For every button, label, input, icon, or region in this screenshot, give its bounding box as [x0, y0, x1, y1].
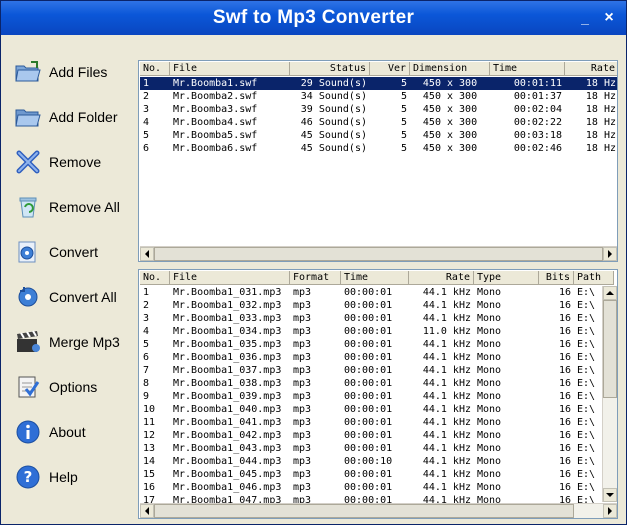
swf-list-header: No. File Status Ver Dimension Time Rate: [140, 62, 617, 76]
sound-list-header: No. File Format Time Rate Type Bits Path: [140, 271, 614, 285]
convert-all-label: Convert All: [49, 289, 117, 305]
scroll-up-arrow-icon[interactable]: [603, 286, 617, 300]
help-button[interactable]: ? Help: [9, 457, 131, 497]
merge-mp3-button[interactable]: Merge Mp3: [9, 322, 131, 362]
table-row[interactable]: 7 Mr.Boomba1_037.mp3 mp3 00:00:01 44.1 kHz Mo…: [140, 364, 614, 377]
remove-all-label: Remove All: [49, 199, 120, 215]
col-no[interactable]: No.: [140, 62, 170, 76]
col-status[interactable]: Status: [290, 62, 370, 76]
col-no[interactable]: No.: [140, 271, 170, 285]
clapper-icon: [13, 327, 43, 357]
checklist-icon: [13, 372, 43, 402]
col-format[interactable]: Format: [290, 271, 341, 285]
col-time[interactable]: Time: [341, 271, 409, 285]
col-type[interactable]: Type: [474, 271, 539, 285]
folder-add-files-icon: [13, 57, 43, 87]
svg-text:?: ?: [24, 468, 33, 486]
scroll-right-arrow-icon[interactable]: [603, 247, 617, 261]
merge-mp3-label: Merge Mp3: [49, 334, 120, 350]
swf-list-hscrollbar[interactable]: [140, 246, 617, 261]
scroll-thumb[interactable]: [603, 300, 617, 398]
convert-button[interactable]: Convert: [9, 232, 131, 272]
scroll-left-arrow-icon[interactable]: [140, 247, 154, 261]
options-button[interactable]: Options: [9, 367, 131, 407]
help-icon: ?: [13, 462, 43, 492]
col-bits[interactable]: Bits: [539, 271, 574, 285]
scroll-right-arrow-icon[interactable]: [603, 504, 617, 518]
remove-all-button[interactable]: Remove All: [9, 187, 131, 227]
remove-label: Remove: [49, 154, 102, 170]
table-row[interactable]: 15 Mr.Boomba1_045.mp3 mp3 00:00:01 44.1 kHz M…: [140, 468, 614, 481]
table-row[interactable]: 3 Mr.Boomba3.swf 39 Sound(s) 5 450 x 300…: [140, 103, 617, 116]
minimize-button[interactable]: _: [575, 8, 595, 28]
scroll-thumb[interactable]: [154, 247, 603, 261]
col-time[interactable]: Time: [490, 62, 565, 76]
table-row[interactable]: 4 Mr.Boomba1_034.mp3 mp3 00:00:01 11.0 kHz Mo…: [140, 325, 614, 338]
table-row[interactable]: 6 Mr.Boomba6.swf 45 Sound(s) 5 450 x 300…: [140, 142, 617, 155]
disc-convert-all-icon: [13, 282, 43, 312]
add-files-label: Add Files: [49, 64, 108, 80]
col-dimension[interactable]: Dimension: [410, 62, 490, 76]
about-button[interactable]: About: [9, 412, 131, 452]
col-file[interactable]: File: [170, 271, 290, 285]
table-row[interactable]: 14 Mr.Boomba1_044.mp3 mp3 00:00:10 44.1 kHz M…: [140, 455, 614, 468]
table-row[interactable]: 13 Mr.Boomba1_043.mp3 mp3 00:00:01 44.1 kHz M…: [140, 442, 614, 455]
swf-file-list[interactable]: No. File Status Ver Dimension Time Rate …: [138, 60, 618, 262]
about-label: About: [49, 424, 86, 440]
col-file[interactable]: File: [170, 62, 290, 76]
add-folder-label: Add Folder: [49, 109, 118, 125]
close-button[interactable]: ×: [599, 8, 619, 28]
table-row[interactable]: 9 Mr.Boomba1_039.mp3 mp3 00:00:01 44.1 kHz Mo…: [140, 390, 614, 403]
col-rate[interactable]: Rate: [565, 62, 617, 76]
scroll-down-arrow-icon[interactable]: [603, 488, 617, 502]
folder-icon: [13, 102, 43, 132]
table-row[interactable]: 8 Mr.Boomba1_038.mp3 mp3 00:00:01 44.1 kHz Mo…: [140, 377, 614, 390]
sound-file-list[interactable]: No. File Format Time Rate Type Bits Path…: [138, 269, 618, 519]
col-path[interactable]: Path: [574, 271, 614, 285]
recycle-bin-icon: [13, 192, 43, 222]
app-window: Swf to Mp3 Converter _ × Add Files Add F…: [0, 0, 627, 525]
table-row[interactable]: 11 Mr.Boomba1_041.mp3 mp3 00:00:01 44.1 kHz M…: [140, 416, 614, 429]
remove-button[interactable]: Remove: [9, 142, 131, 182]
sound-list-rows: 1 Mr.Boomba1_031.mp3 mp3 00:00:01 44.1 kHz Mo…: [140, 286, 614, 507]
sound-list-vscrollbar[interactable]: [602, 286, 617, 502]
scroll-thumb[interactable]: [154, 504, 574, 518]
scroll-left-arrow-icon[interactable]: [140, 504, 154, 518]
table-row[interactable]: 10 Mr.Boomba1_040.mp3 mp3 00:00:01 44.1 kHz M…: [140, 403, 614, 416]
table-row[interactable]: 5 Mr.Boomba1_035.mp3 mp3 00:00:01 44.1 kHz Mo…: [140, 338, 614, 351]
table-row[interactable]: 16 Mr.Boomba1_046.mp3 mp3 00:00:01 44.1 kHz M…: [140, 481, 614, 494]
table-row[interactable]: 5 Mr.Boomba5.swf 45 Sound(s) 5 450 x 300…: [140, 129, 617, 142]
help-label: Help: [49, 469, 78, 485]
x-remove-icon: [13, 147, 43, 177]
table-row[interactable]: 6 Mr.Boomba1_036.mp3 mp3 00:00:01 44.1 kHz Mo…: [140, 351, 614, 364]
options-label: Options: [49, 379, 98, 395]
col-rate[interactable]: Rate: [409, 271, 474, 285]
sidebar: Add Files Add Folder Remove Remove All C…: [1, 35, 137, 524]
title-bar[interactable]: Swf to Mp3 Converter _ ×: [1, 1, 626, 35]
convert-label: Convert: [49, 244, 99, 260]
table-row[interactable]: 4 Mr.Boomba4.swf 46 Sound(s) 5 450 x 300…: [140, 116, 617, 129]
add-files-button[interactable]: Add Files: [9, 52, 131, 92]
swf-list-rows: 1 Mr.Boomba1.swf 29 Sound(s) 5 450 x 300…: [140, 77, 617, 155]
table-row[interactable]: 12 Mr.Boomba1_042.mp3 mp3 00:00:01 44.1 kHz M…: [140, 429, 614, 442]
table-row[interactable]: 3 Mr.Boomba1_033.mp3 mp3 00:00:01 44.1 kHz Mo…: [140, 312, 614, 325]
window-title: Swf to Mp3 Converter: [212, 7, 415, 28]
sound-list-hscrollbar[interactable]: [140, 503, 617, 518]
info-icon: [13, 417, 43, 447]
col-ver[interactable]: Ver: [370, 62, 410, 76]
table-row[interactable]: 1 Mr.Boomba1_031.mp3 mp3 00:00:01 44.1 kHz Mo…: [140, 286, 614, 299]
convert-all-button[interactable]: Convert All: [9, 277, 131, 317]
table-row[interactable]: 2 Mr.Boomba1_032.mp3 mp3 00:00:01 44.1 kHz Mo…: [140, 299, 614, 312]
table-row[interactable]: 2 Mr.Boomba2.swf 34 Sound(s) 5 450 x 300…: [140, 90, 617, 103]
disc-convert-icon: [13, 237, 43, 267]
table-row[interactable]: 1 Mr.Boomba1.swf 29 Sound(s) 5 450 x 300…: [140, 77, 617, 90]
add-folder-button[interactable]: Add Folder: [9, 97, 131, 137]
